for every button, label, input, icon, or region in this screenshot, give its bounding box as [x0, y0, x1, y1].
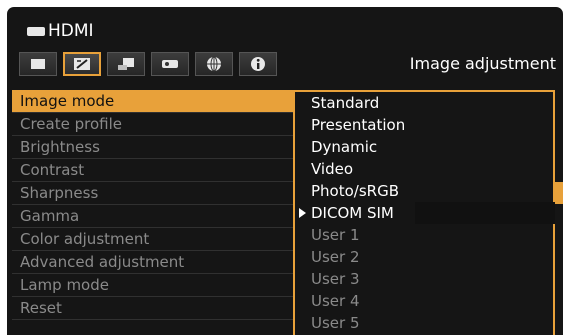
menu-item-image-mode[interactable]: Image mode	[12, 90, 293, 113]
menu-item-create-profile[interactable]: Create profile	[12, 113, 293, 136]
input-source-name: HDMI	[48, 21, 94, 41]
option-dicom-sim[interactable]: DICOM SIM	[295, 202, 555, 224]
option-user-2: User 2	[311, 248, 360, 266]
option-presentation[interactable]: Presentation	[295, 114, 553, 136]
image-adjust-icon	[74, 58, 90, 70]
option-dicom-sim-label: DICOM SIM	[311, 204, 394, 222]
option-dynamic[interactable]: Dynamic	[295, 136, 553, 158]
menu-item-color-adjustment[interactable]: Color adjustment	[12, 228, 293, 251]
selection-edge-marker	[555, 182, 563, 204]
tab-network[interactable]	[195, 52, 233, 76]
image-mode-options: Standard Presentation Dynamic Video Phot…	[293, 90, 555, 335]
menu-tabs	[19, 52, 283, 76]
selection-highlight	[415, 202, 555, 224]
menu-item-lamp-mode[interactable]: Lamp mode	[12, 274, 293, 297]
option-video[interactable]: Video	[295, 158, 553, 180]
tab-installation[interactable]	[107, 52, 145, 76]
option-user-5: User 5	[311, 314, 360, 332]
tab-system-settings[interactable]	[151, 52, 189, 76]
projector-menu-screen: HDMI Image adjustment Image mode Create …	[7, 7, 563, 335]
system-icon	[162, 60, 178, 68]
menu-item-sharpness[interactable]: Sharpness	[12, 182, 293, 205]
option-user-3: User 3	[311, 270, 360, 288]
option-photo-srgb[interactable]: Photo/sRGB	[295, 180, 553, 202]
option-standard[interactable]: Standard	[295, 92, 553, 114]
settings-menu: Image mode Create profile Brightness Con…	[12, 90, 293, 320]
option-user-1: User 1	[311, 226, 360, 244]
info-icon	[251, 57, 265, 71]
installation-icon	[118, 58, 134, 70]
input-source-label: HDMI	[27, 19, 94, 43]
hdmi-connector-icon	[27, 26, 45, 36]
menu-item-reset[interactable]: Reset	[12, 297, 293, 320]
globe-icon	[207, 56, 221, 72]
menu-item-gamma[interactable]: Gamma	[12, 205, 293, 228]
tab-screen-settings[interactable]	[19, 52, 57, 76]
menu-item-contrast[interactable]: Contrast	[12, 159, 293, 182]
option-user-4: User 4	[311, 292, 360, 310]
tab-image-adjustment[interactable]	[63, 52, 101, 76]
tab-information[interactable]	[239, 52, 277, 76]
menu-item-brightness[interactable]: Brightness	[12, 136, 293, 159]
menu-item-advanced-adjustment[interactable]: Advanced adjustment	[12, 251, 293, 274]
page-title: Image adjustment	[409, 54, 556, 73]
screen-icon	[31, 59, 45, 69]
